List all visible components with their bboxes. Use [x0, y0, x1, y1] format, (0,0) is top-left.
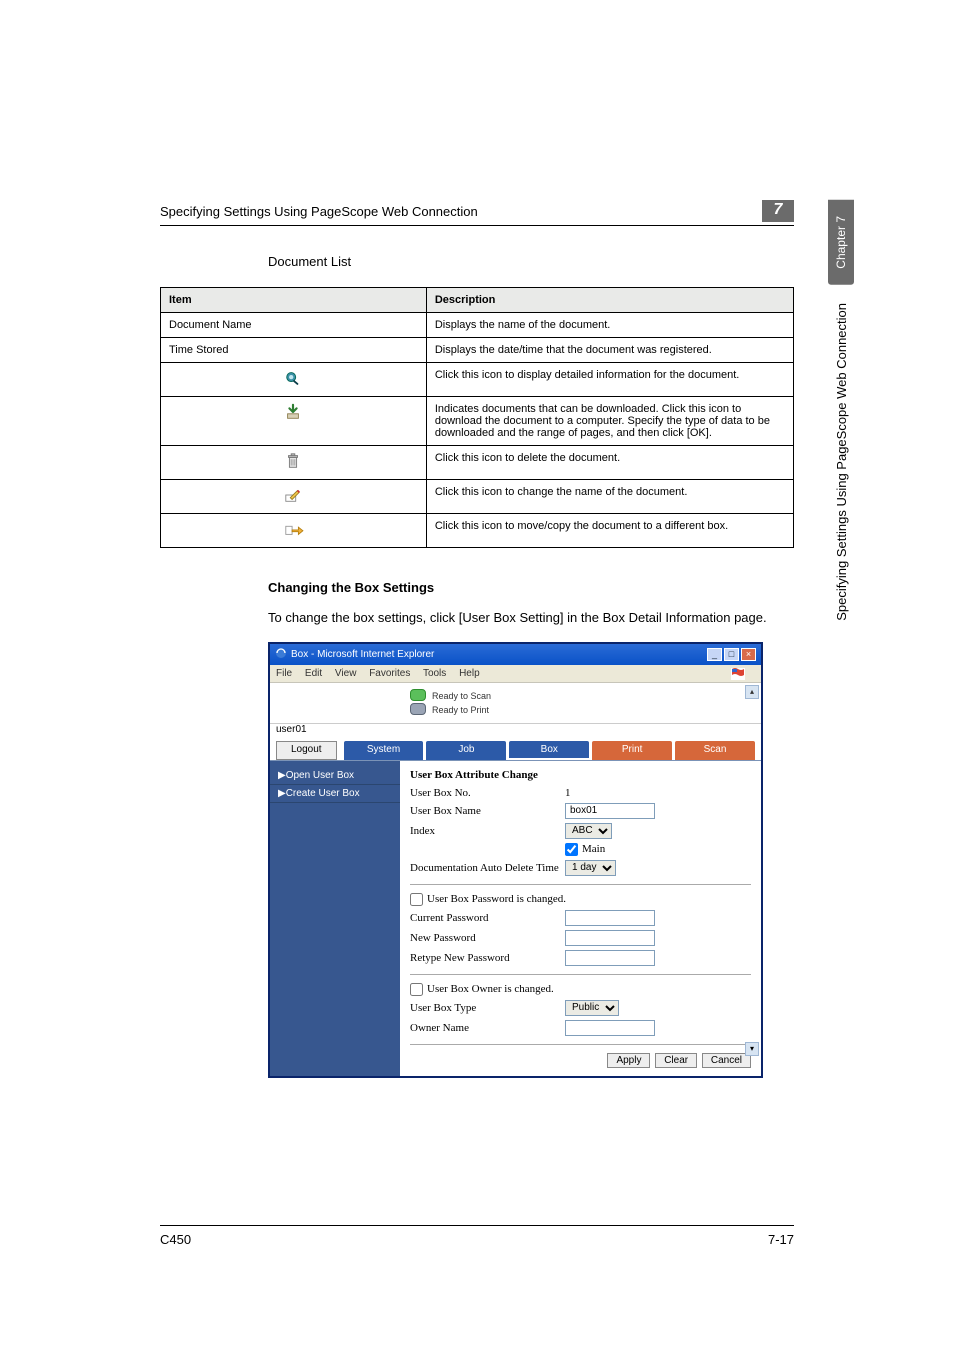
row-delete-desc: Click this icon to delete the document.	[426, 446, 793, 480]
row-download-icon-cell	[161, 397, 427, 446]
menu-favorites[interactable]: Favorites	[369, 668, 410, 679]
checkbox-main[interactable]	[565, 843, 578, 856]
row-document-name-desc: Displays the name of the document.	[426, 313, 793, 338]
label-box-type: User Box Type	[410, 1002, 565, 1014]
maximize-button[interactable]: □	[724, 648, 739, 661]
scroll-up-button[interactable]: ▴	[745, 685, 759, 699]
input-owner-name[interactable]	[565, 1020, 655, 1036]
ready-print-text: Ready to Print	[432, 703, 491, 717]
row-document-name: Document Name	[161, 313, 427, 338]
footer-left: C450	[160, 1232, 191, 1247]
input-current-password[interactable]	[565, 910, 655, 926]
logout-button[interactable]: Logout	[276, 741, 337, 760]
changing-box-settings-text: To change the box settings, click [User …	[268, 609, 794, 628]
select-auto-delete[interactable]: 1 day	[565, 860, 616, 876]
window-title: Box - Microsoft Internet Explorer	[291, 649, 705, 660]
ready-scan-text: Ready to Scan	[432, 689, 491, 703]
page-number-badge: 7	[762, 200, 794, 222]
row-move-icon-cell	[161, 514, 427, 548]
menu-view[interactable]: View	[335, 668, 357, 679]
label-current-password: Current Password	[410, 912, 565, 924]
input-retype-password[interactable]	[565, 950, 655, 966]
footer-right: 7-17	[768, 1232, 794, 1247]
scanner-status-icon	[410, 689, 426, 701]
move-copy-icon	[282, 520, 304, 541]
tab-box[interactable]: Box	[509, 741, 589, 760]
document-list-table: Item Description Document Name Displays …	[160, 287, 794, 548]
download-icon	[282, 403, 304, 424]
select-box-type[interactable]: Public	[565, 1000, 619, 1016]
ie-icon	[275, 647, 287, 662]
magnifier-icon	[282, 369, 304, 390]
row-time-stored: Time Stored	[161, 338, 427, 363]
label-index: Index	[410, 825, 565, 837]
label-password-changed: User Box Password is changed.	[427, 893, 566, 905]
menu-tools[interactable]: Tools	[423, 668, 446, 679]
checkbox-password-changed[interactable]	[410, 893, 423, 906]
menu-help[interactable]: Help	[459, 668, 480, 679]
col-description: Description	[426, 288, 793, 313]
label-main: Main	[582, 843, 605, 855]
row-detail-icon-cell	[161, 363, 427, 397]
input-new-password[interactable]	[565, 930, 655, 946]
screenshot-container: Box - Microsoft Internet Explorer _ □ × …	[268, 642, 763, 1078]
user-row: user01	[270, 724, 761, 741]
tab-system[interactable]: System	[344, 741, 424, 760]
label-box-name: User Box Name	[410, 805, 565, 817]
chapter-tab: Chapter 7	[828, 200, 854, 285]
close-button[interactable]: ×	[741, 648, 756, 661]
tab-job[interactable]: Job	[426, 741, 506, 760]
row-move-desc: Click this icon to move/copy the documen…	[426, 514, 793, 548]
apply-button[interactable]: Apply	[607, 1053, 650, 1068]
row-time-stored-desc: Displays the date/time that the document…	[426, 338, 793, 363]
tab-scan[interactable]: Scan	[675, 741, 755, 760]
label-auto-delete: Documentation Auto Delete Time	[410, 862, 565, 874]
status-area: Ready to Scan Ready to Print ▴	[270, 683, 761, 724]
printer-status-icon	[410, 703, 426, 715]
form-heading: User Box Attribute Change	[410, 769, 751, 781]
col-item: Item	[161, 288, 427, 313]
row-download-desc: Indicates documents that can be download…	[426, 397, 793, 446]
label-new-password: New Password	[410, 932, 565, 944]
trash-icon	[282, 452, 304, 473]
cancel-button[interactable]: Cancel	[702, 1053, 751, 1068]
sidebar-open-user-box[interactable]: ▶Open User Box	[270, 767, 400, 785]
menu-bar: File Edit View Favorites Tools Help	[270, 665, 761, 683]
input-box-name[interactable]	[565, 803, 655, 819]
value-box-no: 1	[565, 787, 571, 799]
sidebar-create-user-box[interactable]: ▶Create User Box	[270, 785, 400, 803]
page-header-title: Specifying Settings Using PageScope Web …	[160, 204, 762, 219]
rename-icon	[282, 486, 304, 507]
chapter-side-text: Specifying Settings Using PageScope Web …	[834, 303, 849, 621]
minimize-button[interactable]: _	[707, 648, 722, 661]
select-index[interactable]: ABC	[565, 823, 612, 839]
sidebar: ▶Open User Box ▶Create User Box	[270, 761, 400, 1076]
scroll-down-button[interactable]: ▾	[745, 1042, 759, 1056]
row-rename-icon-cell	[161, 480, 427, 514]
window-titlebar: Box - Microsoft Internet Explorer _ □ ×	[270, 644, 761, 665]
row-delete-icon-cell	[161, 446, 427, 480]
label-retype-password: Retype New Password	[410, 952, 565, 964]
form-panel: User Box Attribute Change User Box No. 1…	[400, 761, 761, 1076]
row-rename-desc: Click this icon to change the name of th…	[426, 480, 793, 514]
changing-box-settings-heading: Changing the Box Settings	[268, 580, 794, 595]
menu-file[interactable]: File	[276, 668, 292, 679]
label-owner-changed: User Box Owner is changed.	[427, 983, 554, 995]
checkbox-owner-changed[interactable]	[410, 983, 423, 996]
ie-flag-icon	[731, 668, 745, 683]
label-owner-name: Owner Name	[410, 1022, 565, 1034]
tab-print[interactable]: Print	[592, 741, 672, 760]
clear-button[interactable]: Clear	[655, 1053, 697, 1068]
document-list-heading: Document List	[268, 254, 794, 269]
row-detail-desc: Click this icon to display detailed info…	[426, 363, 793, 397]
label-box-no: User Box No.	[410, 787, 565, 799]
menu-edit[interactable]: Edit	[305, 668, 322, 679]
